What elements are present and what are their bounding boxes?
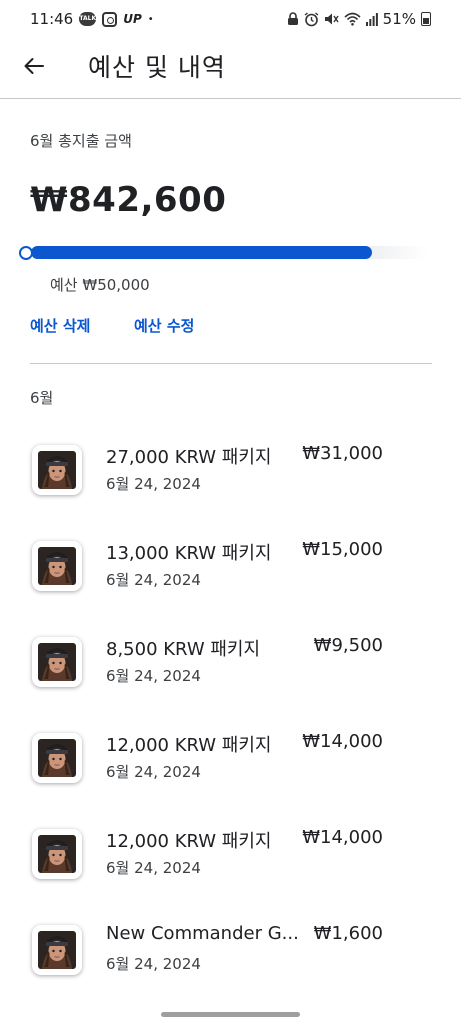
- game-avatar-icon: [38, 835, 76, 873]
- arrow-left-icon: [24, 58, 44, 74]
- instagram-icon: [102, 11, 118, 27]
- alarm-icon: [304, 11, 319, 27]
- lock-icon: [287, 12, 299, 26]
- transaction-name: 8,500 KRW 패키지: [106, 639, 261, 660]
- transaction-amount: ₩14,000: [302, 731, 383, 752]
- game-avatar-icon: [38, 451, 76, 489]
- page-title: 예산 및 내역: [88, 53, 226, 82]
- transaction-amount: ₩14,000: [302, 827, 383, 848]
- transaction-name: 13,000 KRW 패키지: [106, 543, 272, 564]
- transaction-date: 6월 24, 2024: [106, 475, 201, 493]
- battery-percent: 51%: [382, 10, 416, 28]
- up-app-icon: UP: [123, 12, 142, 26]
- status-time: 11:46: [30, 10, 74, 28]
- budget-progress-marker: [19, 246, 33, 260]
- transaction-item[interactable]: 12,000 KRW 패키지 6월 24, 2024 ₩14,000: [0, 827, 461, 909]
- game-avatar-icon: [38, 643, 76, 681]
- total-spent-amount: ₩842,600: [30, 180, 227, 220]
- status-bar: 11:46 TALK UP • 51%: [0, 0, 461, 38]
- transaction-item[interactable]: 13,000 KRW 패키지 6월 24, 2024 ₩15,000: [0, 539, 461, 621]
- signal-icon: [365, 12, 378, 26]
- transaction-date: 6월 24, 2024: [106, 955, 201, 973]
- budget-progress-fill: [31, 246, 373, 259]
- app-thumbnail: [32, 925, 82, 975]
- transaction-name: 27,000 KRW 패키지: [106, 447, 272, 468]
- wifi-icon: [344, 12, 361, 26]
- battery-icon: [421, 12, 431, 26]
- status-right: 51%: [287, 10, 431, 28]
- kakaotalk-icon: TALK: [79, 12, 97, 26]
- mute-icon: [324, 12, 339, 26]
- transaction-name: 12,000 KRW 패키지: [106, 735, 272, 756]
- transaction-item[interactable]: 12,000 KRW 패키지 6월 24, 2024 ₩14,000: [0, 731, 461, 813]
- home-gesture-bar[interactable]: [161, 1012, 300, 1017]
- app-thumbnail: [32, 445, 82, 495]
- status-left: 11:46 TALK UP •: [30, 10, 154, 28]
- transaction-date: 6월 24, 2024: [106, 571, 201, 589]
- budget-progress-bar: [31, 246, 428, 259]
- budget-amount-caption: 예산 ₩50,000: [50, 276, 150, 294]
- period-total-label: 6월 총지출 금액: [30, 132, 132, 150]
- transaction-name: 12,000 KRW 패키지: [106, 831, 272, 852]
- app-thumbnail: [32, 637, 82, 687]
- transaction-item[interactable]: 27,000 KRW 패키지 6월 24, 2024 ₩31,000: [0, 443, 461, 525]
- transaction-amount: ₩15,000: [302, 539, 383, 560]
- transaction-name: New Commander G...: [106, 923, 299, 944]
- app-bar-divider: [0, 98, 461, 99]
- transaction-date: 6월 24, 2024: [106, 763, 201, 781]
- transaction-date: 6월 24, 2024: [106, 859, 201, 877]
- history-month-label: 6월: [30, 389, 54, 407]
- game-avatar-icon: [38, 931, 76, 969]
- app-thumbnail: [32, 541, 82, 591]
- notification-dot-icon: •: [147, 13, 154, 25]
- transaction-item[interactable]: New Commander G... 6월 24, 2024 ₩1,600: [0, 923, 461, 1005]
- game-avatar-icon: [38, 739, 76, 777]
- transaction-amount: ₩9,500: [313, 635, 383, 656]
- edit-budget-button[interactable]: 예산 수정: [134, 315, 194, 336]
- section-divider: [30, 363, 432, 364]
- back-button[interactable]: [20, 52, 48, 80]
- transaction-item[interactable]: 8,500 KRW 패키지 6월 24, 2024 ₩9,500: [0, 635, 461, 717]
- transaction-amount: ₩1,600: [313, 923, 383, 944]
- game-avatar-icon: [38, 547, 76, 585]
- transaction-date: 6월 24, 2024: [106, 667, 201, 685]
- app-thumbnail: [32, 733, 82, 783]
- transaction-amount: ₩31,000: [302, 443, 383, 464]
- app-thumbnail: [32, 829, 82, 879]
- delete-budget-button[interactable]: 예산 삭제: [30, 315, 90, 336]
- app-bar: 예산 및 내역: [0, 38, 461, 98]
